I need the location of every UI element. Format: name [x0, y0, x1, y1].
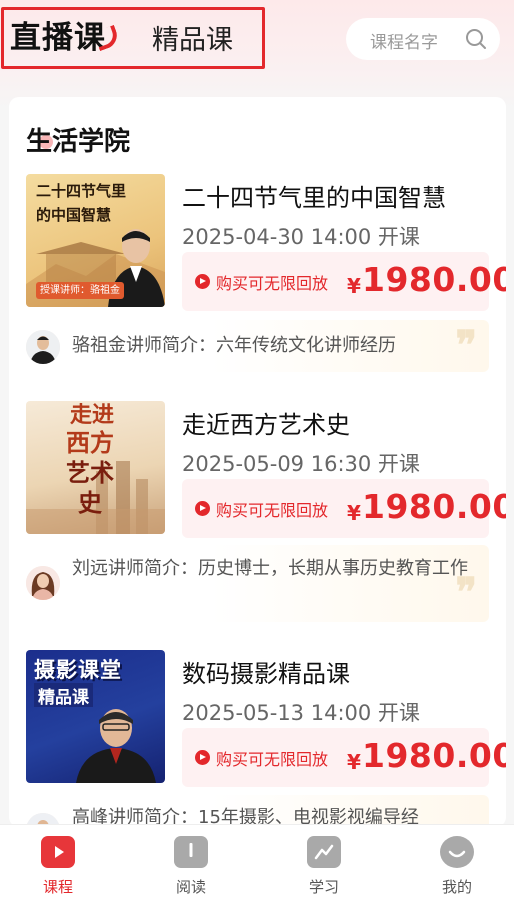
- play-icon: [195, 501, 210, 516]
- price-currency: ¥: [347, 274, 361, 298]
- lecturer-intro[interactable]: 刘远讲师简介：历史博士，长期从事历史教育工作 ❞: [26, 545, 489, 622]
- chart-icon: [307, 836, 341, 868]
- smile-face-icon: [440, 836, 474, 868]
- quote-icon: ❞: [455, 569, 477, 616]
- course-date: 2025-05-13 14:00 开课: [182, 701, 420, 725]
- search-icon[interactable]: [464, 27, 488, 51]
- price-currency: ¥: [347, 501, 361, 525]
- quote-icon: ❞: [455, 322, 477, 369]
- cover-title: 二十四节气里: [36, 182, 127, 200]
- price-currency: ¥: [347, 750, 361, 774]
- lecturer-intro[interactable]: 骆祖金讲师简介：六年传统文化讲师经历 ❞: [26, 320, 489, 372]
- course-date: 2025-05-09 16:30 开课: [182, 452, 420, 476]
- cover-subtitle-3: 史: [78, 489, 102, 517]
- price-value: 1980.00: [362, 260, 506, 299]
- price-panel[interactable]: 购买可无限回放 ¥ 1980.00: [182, 252, 506, 311]
- section-title: 生活学院: [26, 127, 131, 157]
- price-panel[interactable]: 购买可无限回放 ¥ 1980.00: [182, 479, 506, 538]
- search-placeholder: 课程名字: [370, 33, 438, 53]
- book-icon: [174, 836, 208, 868]
- nav-label: 我的: [441, 878, 472, 896]
- course-date: 2025-04-30 14:00 开课: [182, 225, 420, 249]
- course-title[interactable]: 数码摄影精品课: [182, 654, 350, 689]
- avatar: [26, 330, 60, 364]
- nav-item-read[interactable]: 阅读: [141, 825, 241, 899]
- play-icon: [195, 274, 210, 289]
- intro-text: 骆祖金讲师简介：六年传统文化讲师经历: [72, 335, 396, 356]
- course-title[interactable]: 二十四节气里的中国智慧: [182, 178, 446, 213]
- course-cover[interactable]: 二十四节气里 的中国智慧 授课讲师：骆祖金: [26, 174, 165, 307]
- course-title[interactable]: 走近西方艺术史: [182, 405, 350, 440]
- nav-label: 课程: [42, 878, 73, 896]
- avatar: [26, 566, 60, 600]
- nav-item-course[interactable]: 课程: [8, 825, 108, 899]
- price-panel[interactable]: 购买可无限回放 ¥ 1980.00: [182, 728, 506, 787]
- lecturer-photo: [76, 709, 156, 783]
- header: 直播课 精品课 课程名字: [0, 0, 514, 82]
- course-cover[interactable]: 走进 西方 艺术 史: [26, 401, 165, 534]
- price-value: 1980.00: [362, 736, 506, 775]
- replay-note: 购买可无限回放: [216, 274, 329, 293]
- play-video-icon: [41, 836, 75, 868]
- bottom-nav: 课程 阅读 学习 我的: [0, 824, 514, 899]
- replay-note: 购买可无限回放: [216, 750, 329, 769]
- nav-label: 阅读: [175, 878, 206, 896]
- cover-title: 摄影课堂: [34, 658, 122, 682]
- nav-item-study[interactable]: 学习: [274, 825, 374, 899]
- tab-live[interactable]: 直播课: [10, 12, 106, 57]
- play-icon: [195, 750, 210, 765]
- lecturer-intro[interactable]: 高峰讲师简介：15年摄影、电视影视编导经: [26, 795, 489, 827]
- replay-note: 购买可无限回放: [216, 501, 329, 520]
- cover-subtitle: 的中国智慧: [36, 206, 112, 224]
- course-cover[interactable]: 摄影课堂 精品课: [26, 650, 165, 783]
- cover-lecturer-tag: 授课讲师：骆祖金: [36, 282, 124, 299]
- price-value: 1980.00: [362, 487, 506, 526]
- intro-text: 刘远讲师简介：历史博士，长期从事历史教育工作: [72, 558, 468, 579]
- nav-label: 学习: [308, 878, 339, 896]
- course-list-card: 生活学院 二十四节气里 的中国智慧 授课讲师：骆祖金 二十四节气里的中国智慧 2…: [9, 97, 506, 827]
- nav-item-mine[interactable]: 我的: [407, 825, 507, 899]
- search-input[interactable]: 课程名字: [346, 18, 500, 60]
- tab-premium[interactable]: 精品课: [152, 18, 233, 57]
